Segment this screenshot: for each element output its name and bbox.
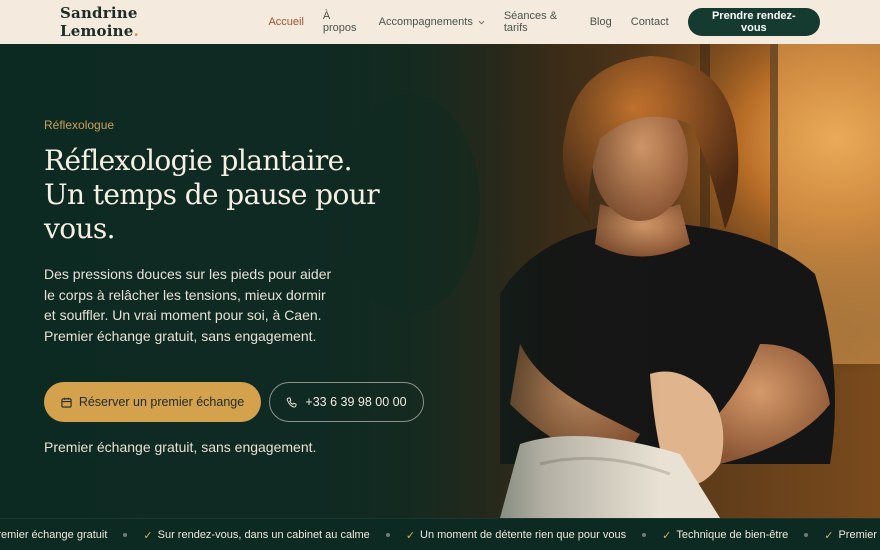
logo-text: Sandrine Lemoine [60,4,138,40]
ticker-separator [642,533,647,537]
book-first-exchange-button[interactable]: Réserver un premier échange [44,382,261,422]
hero-eyebrow: Réflexologue [44,118,115,132]
phone-icon [287,396,298,407]
ticker-item-text: Premier échange gratuit [838,529,880,541]
phone-number-label: +33 6 39 98 00 00 [305,395,407,409]
ticker-separator [385,533,390,537]
ticker-track: Premier échange gratuit ✓ Sur rendez-vou… [0,519,880,550]
check-icon: ✓ [405,529,416,542]
check-icon: ✓ [662,529,672,542]
nav-item-seances-tarifs[interactable]: Séances & tarifs [504,10,571,34]
check-icon: ✓ [143,529,153,542]
nav-item-accompagnements[interactable]: Accompagnements [379,16,485,28]
nav-item-blog[interactable]: Blog [590,16,612,28]
logo-dot: . [133,22,139,40]
ticker-item: ✓ Un moment de détente rien que pour vou… [406,529,626,542]
reassurance-ticker: Premier échange gratuit ✓ Sur rendez-vou… [0,518,880,550]
main-nav: Accueil À propos Accompagnements Séances… [268,10,687,34]
site-logo[interactable]: Sandrine Lemoine. [60,4,214,40]
hero-section: Réflexologue Réflexologie plantaire. Un … [0,44,880,518]
chevron-down-icon [478,20,485,24]
hero-description: Des pressions douces sur les pieds pour … [44,266,332,344]
nav-item-contact[interactable]: Contact [631,16,669,28]
ticker-separator [123,533,128,537]
ticker-item-text: Sur rendez-vous, dans un cabinet au calm… [157,529,370,541]
ticker-item: ✓ Premier échange gratuit [824,529,880,542]
check-icon: ✓ [824,529,834,542]
book-first-exchange-label: Réserver un premier échange [78,395,245,409]
ticker-item: Premier échange gratuit [0,529,107,541]
ticker-item: ✓ Sur rendez-vous, dans un cabinet au ca… [143,529,369,542]
ticker-item-text: Premier échange gratuit [0,529,108,541]
phone-button[interactable]: +33 6 39 98 00 00 [269,382,424,422]
hero-title: Réflexologie plantaire. Un temps de paus… [44,144,380,245]
ticker-separator [804,533,809,537]
ticker-item-text: Un moment de détente rien que pour vous [420,529,627,541]
nav-item-accueil[interactable]: Accueil [268,16,303,28]
hero-note: Premier échange gratuit, sans engagement… [44,439,317,455]
nav-item-a-propos[interactable]: À propos [323,10,360,34]
ticker-item: ✓ Technique de bien-être [662,529,788,542]
book-appointment-button[interactable]: Prendre rendez-vous [687,8,820,36]
ticker-item-text: Technique de bien-être [676,529,789,541]
calendar-icon [61,397,72,408]
site-header: Sandrine Lemoine. Accueil À propos Accom… [0,0,880,44]
nav-item-accompagnements-label: Accompagnements [378,16,473,28]
